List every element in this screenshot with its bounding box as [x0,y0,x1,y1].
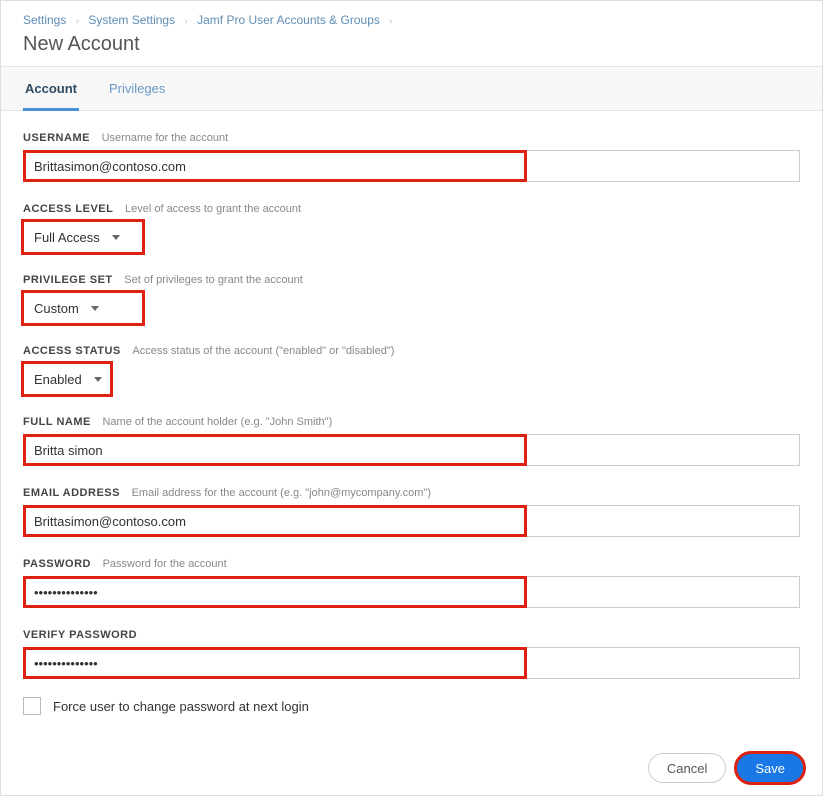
form-footer: Cancel Save [1,741,822,795]
password-input[interactable] [23,576,800,608]
access-level-label: ACCESS LEVEL [23,203,113,215]
new-account-page: Settings › System Settings › Jamf Pro Us… [0,0,823,796]
breadcrumb: Settings › System Settings › Jamf Pro Us… [23,13,800,27]
breadcrumb-system-settings[interactable]: System Settings [88,13,175,27]
privilege-set-hint: Set of privileges to grant the account [124,274,303,286]
username-label: USERNAME [23,132,90,144]
privilege-set-label: PRIVILEGE SET [23,274,113,286]
access-level-hint: Level of access to grant the account [125,203,301,215]
privilege-set-select[interactable]: Custom [23,292,143,324]
full-name-label: FULL NAME [23,416,91,428]
force-change-label: Force user to change password at next lo… [53,699,309,714]
tab-account[interactable]: Account [23,67,79,111]
email-label: EMAIL ADDRESS [23,487,120,499]
access-level-value: Full Access [34,230,100,245]
username-hint: Username for the account [102,132,229,144]
verify-password-input[interactable] [23,647,800,679]
caret-down-icon [112,235,120,240]
access-status-label: ACCESS STATUS [23,345,121,357]
access-status-value: Enabled [34,372,82,387]
password-hint: Password for the account [103,558,227,570]
full-name-input[interactable] [23,434,800,466]
tab-privileges[interactable]: Privileges [107,67,167,110]
password-label: PASSWORD [23,558,91,570]
save-button[interactable]: Save [736,753,804,783]
privilege-set-value: Custom [34,301,79,316]
caret-down-icon [91,306,99,311]
force-change-checkbox[interactable] [23,697,41,715]
account-form: USERNAME Username for the account ACCESS… [1,111,822,795]
full-name-hint: Name of the account holder (e.g. "John S… [102,416,332,428]
cancel-button[interactable]: Cancel [648,753,726,783]
page-header: Settings › System Settings › Jamf Pro Us… [1,1,822,66]
access-status-select[interactable]: Enabled [23,363,111,395]
email-input[interactable] [23,505,800,537]
breadcrumb-settings[interactable]: Settings [23,13,66,27]
page-title: New Account [23,33,800,56]
access-status-hint: Access status of the account ("enabled" … [132,345,394,357]
chevron-right-icon: › [383,16,398,27]
chevron-right-icon: › [70,16,85,27]
email-hint: Email address for the account (e.g. "joh… [132,487,431,499]
access-level-select[interactable]: Full Access [23,221,143,253]
tab-bar: Account Privileges [1,66,822,111]
verify-password-label: VERIFY PASSWORD [23,629,137,641]
chevron-right-icon: › [178,16,193,27]
username-input[interactable] [23,150,800,182]
breadcrumb-accounts-groups[interactable]: Jamf Pro User Accounts & Groups [197,13,380,27]
caret-down-icon [94,377,102,382]
